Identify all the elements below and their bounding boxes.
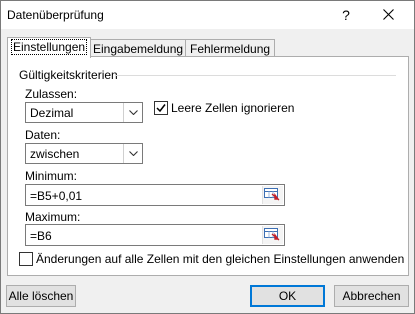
ignore-blank-label: Leere Zellen ignorieren: [171, 101, 295, 115]
window-title: Datenüberprüfung: [7, 8, 104, 22]
tab-label: Eingabemeldung: [93, 42, 184, 56]
allow-value: Dezimal: [30, 106, 74, 120]
close-icon: [382, 9, 394, 20]
clear-all-button[interactable]: Alle löschen: [6, 285, 76, 307]
data-dropdown-button[interactable]: [123, 144, 142, 163]
title-bar: Datenüberprüfung ?: [1, 1, 414, 29]
tab-einstellungen[interactable]: Einstellungen: [7, 37, 92, 58]
apply-all-label: Änderungen auf alle Zellen mit den gleic…: [36, 252, 405, 266]
group-divider: [116, 75, 396, 76]
cancel-button[interactable]: Abbrechen: [334, 285, 409, 307]
minimum-label: Minimum:: [25, 169, 78, 183]
allow-dropdown-button[interactable]: [123, 103, 142, 122]
checkmark-icon: [156, 104, 166, 113]
maximum-value: =B6: [30, 229, 52, 243]
chevron-down-icon: [128, 110, 138, 115]
data-label: Daten:: [25, 128, 61, 142]
minimum-field[interactable]: =B5+0,01: [25, 184, 285, 206]
tab-label: Fehlermeldung: [190, 42, 271, 56]
data-value: zwischen: [30, 147, 80, 161]
chevron-down-icon: [128, 151, 138, 156]
allow-select[interactable]: Dezimal: [25, 102, 143, 123]
maximum-field[interactable]: =B6: [25, 224, 285, 246]
maximum-label: Maximum:: [25, 210, 81, 224]
ok-button[interactable]: OK: [250, 285, 325, 307]
minimum-range-picker-button[interactable]: [262, 186, 283, 204]
close-button[interactable]: [373, 4, 403, 26]
clear-all-label: Alle löschen: [8, 289, 74, 303]
cancel-label: Abbrechen: [342, 289, 401, 303]
allow-label: Zulassen:: [25, 87, 78, 101]
ignore-blank-checkbox[interactable]: [154, 101, 168, 115]
help-button[interactable]: ?: [334, 4, 358, 26]
data-select[interactable]: zwischen: [25, 143, 143, 164]
range-select-icon: [264, 228, 280, 241]
help-icon: ?: [342, 7, 350, 23]
maximum-range-picker-button[interactable]: [262, 226, 283, 244]
minimum-value: =B5+0,01: [30, 189, 83, 203]
ok-label: OK: [278, 289, 297, 303]
settings-panel: Gültigkeitskriterien Zulassen: Dezimal L…: [7, 56, 409, 276]
data-validation-dialog: Datenüberprüfung ? Einstellungen Eingabe…: [0, 0, 415, 314]
apply-all-checkbox[interactable]: [19, 252, 33, 266]
tab-label: Einstellungen: [10, 39, 88, 55]
range-select-icon: [264, 188, 280, 201]
group-title: Gültigkeitskriterien: [19, 68, 118, 82]
